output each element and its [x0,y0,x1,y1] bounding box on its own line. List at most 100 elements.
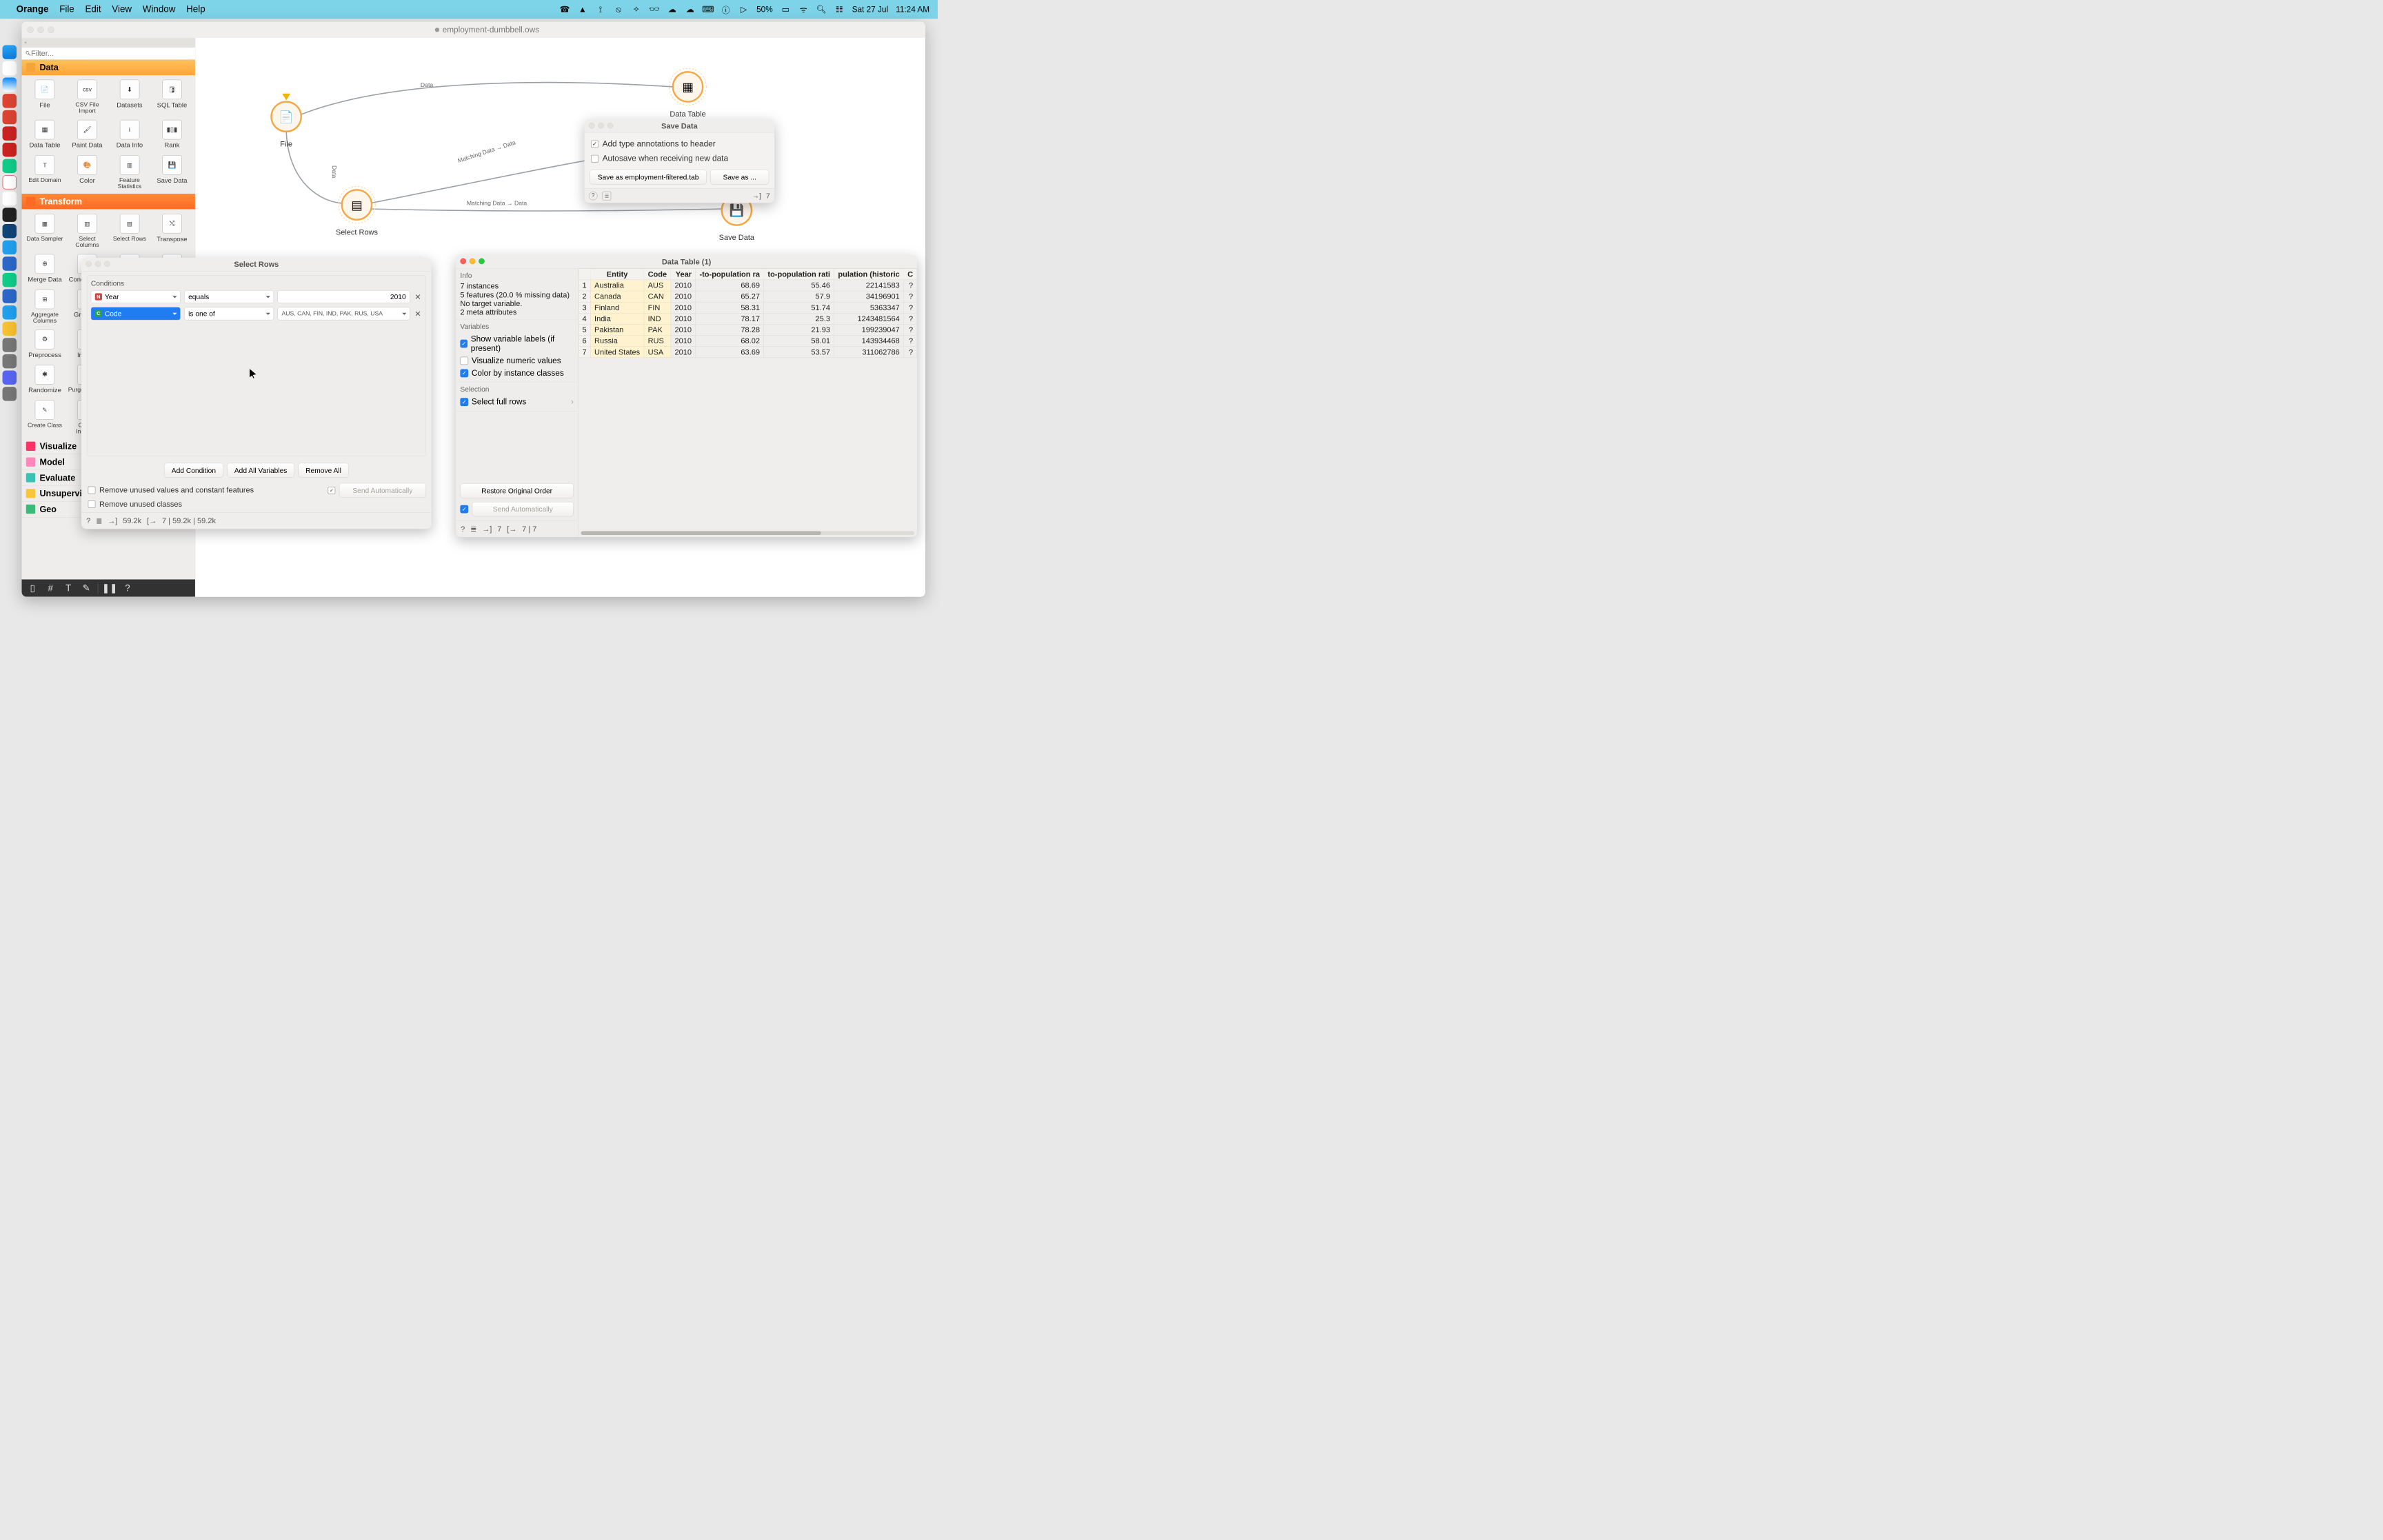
widget-feature-statistics[interactable]: ▥Feature Statistics [109,152,151,192]
toolbar-pen-icon[interactable]: ✎ [78,582,94,595]
search-icon[interactable]: 🔍︎ [816,4,827,14]
opt-select-full-rows[interactable]: Select full rows› [460,396,574,408]
table-row[interactable]: 3FinlandFIN201058.3151.745363347? [579,302,917,313]
hotspot-icon[interactable]: ⟟ [595,4,605,14]
dock-calendar[interactable] [3,175,17,189]
value-multiselect[interactable]: AUS, CAN, FIN, IND, PAK, RUS, USA [278,307,410,320]
toolbar-grid-icon[interactable]: # [42,582,59,595]
dock-app[interactable] [3,338,17,352]
menu-help[interactable]: Help [186,4,205,14]
dock-app[interactable] [3,322,17,336]
dock-app[interactable] [3,256,17,270]
widget-merge-data[interactable]: ⊕Merge Data [24,252,66,286]
remove-condition-icon[interactable]: ✕ [414,293,422,301]
column-header[interactable]: C [903,269,916,280]
opt-annotations[interactable]: Add type annotations to header [590,136,769,151]
table-row[interactable]: 2CanadaCAN201065.2757.934196901? [579,291,917,302]
toolbox-filter[interactable]: 🔍︎ [21,47,194,59]
help-icon[interactable]: ? [86,516,90,525]
toolbar-page-icon[interactable]: ▯ [24,582,41,595]
table-row[interactable]: 1AustraliaAUS201068.6955.4622141583? [579,280,917,291]
help-icon[interactable]: ? [461,525,465,534]
send-automatically-button[interactable]: Send Automatically [472,502,574,516]
dock-app[interactable] [3,143,17,156]
node-data-table[interactable]: ▦ Data Table [670,68,707,119]
dock-app[interactable] [3,354,17,368]
checkbox-icon[interactable] [88,487,95,494]
menu-window[interactable]: Window [143,4,176,14]
dock-finder[interactable] [3,45,17,59]
table-row[interactable]: 6RussiaRUS201068.0258.01143934468? [579,336,917,347]
widget-transpose[interactable]: ⤭Transpose [151,211,193,251]
checkbox-icon[interactable] [591,155,599,163]
widget-sql-table[interactable]: 🛢SQL Table [151,77,193,117]
horizontal-scrollbar[interactable] [579,529,917,537]
operator-select[interactable]: equals [184,290,274,303]
dock-app[interactable] [3,61,17,75]
menu-view[interactable]: View [112,4,132,14]
widget-csv-import[interactable]: csvCSV File Import [66,77,108,117]
toolbar-text-icon[interactable]: T [60,582,77,595]
operator-select[interactable]: is one of [184,307,274,320]
viber-icon[interactable]: ☎ [559,4,570,14]
dock-safari[interactable] [3,78,17,92]
info-icon[interactable]: ⓘ [721,4,731,14]
save-as-button[interactable]: Save as ... [710,170,769,184]
toolbox-collapse[interactable]: « [21,38,194,47]
opt-autosave[interactable]: Autosave when receiving new data [590,152,769,166]
remove-all-button[interactable]: Remove All [299,463,349,478]
auto-send-checkbox[interactable] [328,487,335,494]
dock-app[interactable] [3,305,17,319]
send-automatically-button[interactable]: Send Automatically [339,483,426,498]
auto-send-checkbox[interactable]: ✓ [460,505,468,514]
dock-app[interactable] [3,371,17,385]
circle-slash-icon[interactable]: ⦸ [613,4,623,14]
dock-app[interactable] [3,207,17,221]
table-row[interactable]: 7United StatesUSA201063.6953.57311062786… [579,347,917,358]
rocket-icon[interactable]: ✧ [631,4,641,14]
category-transform[interactable]: Transform [21,194,194,210]
menubar-time[interactable]: 11:24 AM [896,5,929,14]
panel-title[interactable]: Data Table (1) [456,255,917,269]
widget-datasets[interactable]: ⬇Datasets [109,77,151,117]
dock-app[interactable] [3,192,17,205]
dock-app[interactable] [3,289,17,303]
widget-paint-data[interactable]: 🖌Paint Data [66,117,108,152]
column-header[interactable]: pulation (historic [834,269,904,280]
widget-data-sampler[interactable]: ▦Data Sampler [24,211,66,251]
dock-app[interactable] [3,110,17,124]
play-icon[interactable]: ▷ [738,4,749,14]
battery-icon[interactable]: ▭ [781,4,791,14]
checkbox-icon[interactable] [591,140,599,148]
widget-select-rows[interactable]: ▤Select Rows [109,211,151,251]
table-row[interactable]: 4IndiaIND201078.1725.31243481564? [579,313,917,324]
dock-app[interactable] [3,159,17,173]
panel-window-controls[interactable] [460,259,484,265]
cloud-solid-icon[interactable]: ☁ [667,4,677,14]
checkbox-icon[interactable] [460,398,468,406]
app-name[interactable]: Orange [17,4,49,14]
dock-app[interactable] [3,387,17,401]
report-icon[interactable]: ≣ [96,516,102,525]
toolbar-help-icon[interactable]: ? [119,582,136,595]
node-file[interactable]: 📄 File [272,94,301,149]
opt-remove-unused-classes[interactable]: Remove unused classes [87,497,320,511]
widget-rank[interactable]: ▮▯▮Rank [151,117,193,152]
opt-color-classes[interactable]: Color by instance classes [460,367,574,379]
widget-save-data[interactable]: 💾Save Data [151,152,193,192]
report-icon[interactable]: ≣ [603,192,612,201]
toolbar-pause-icon[interactable]: ❚❚ [101,582,118,595]
panel-title[interactable]: Select Rows [81,258,432,272]
column-header[interactable]: Entity [590,269,644,280]
menu-file[interactable]: File [59,4,74,14]
category-data[interactable]: Data [21,60,194,76]
opt-visualize-numeric[interactable]: Visualize numeric values [460,354,574,367]
control-center-icon[interactable]: 𝌮 [834,4,845,14]
chevron-right-icon[interactable]: › [571,397,574,406]
glasses-icon[interactable]: 👓︎ [649,4,659,14]
table-row[interactable]: 5PakistanPAK201078.2821.93199239047? [579,324,917,335]
panel-window-controls[interactable] [589,123,613,129]
dock-app[interactable] [3,273,17,287]
column-header[interactable]: Year [671,269,696,280]
titlebar[interactable]: employment-dumbbell.ows [21,21,925,38]
